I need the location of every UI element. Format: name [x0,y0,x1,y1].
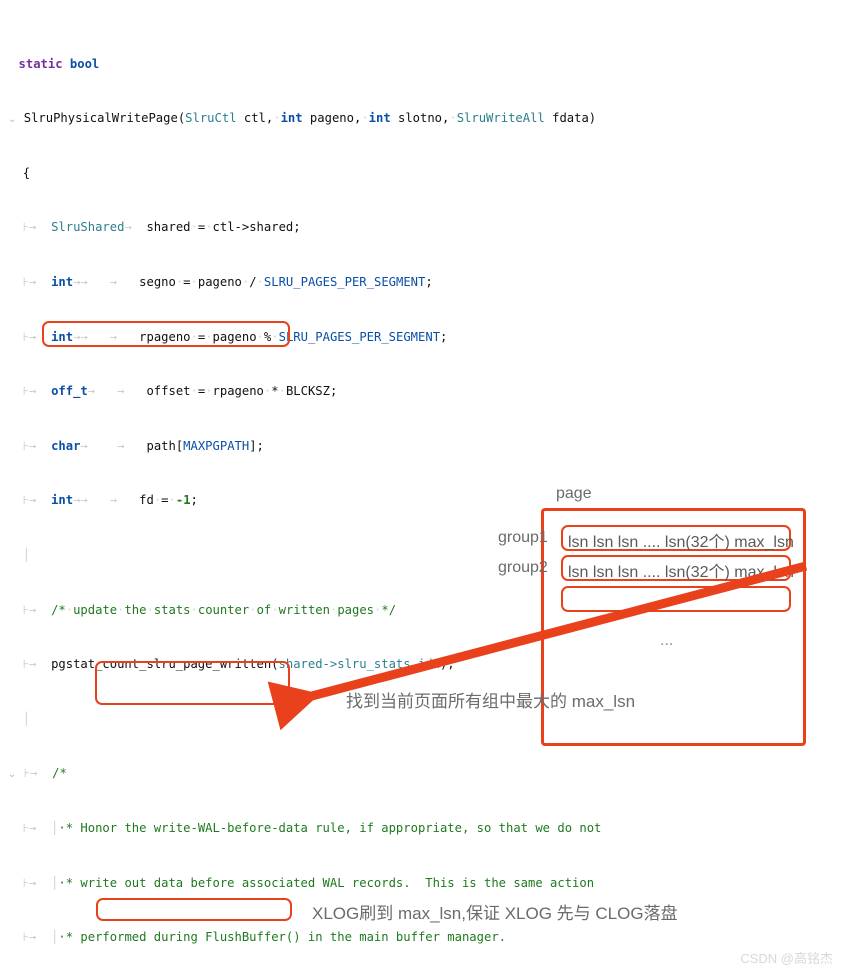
code-line[interactable]: │ [0,546,845,564]
fold-marker[interactable]: ⌄ [8,114,16,125]
fold-marker[interactable] [8,60,11,71]
code-line[interactable]: ⊦→ int→→ → rpageno·=·pageno·%·SLRU_PAGES… [0,328,845,346]
code-line[interactable]: { [0,164,845,182]
code-editor[interactable]: static bool ⌄ SlruPhysicalWritePage(Slru… [0,0,845,977]
code-line[interactable]: │ [0,710,845,728]
code-line[interactable]: ⊦→ int→→ → segno·=·pageno·/·SLRU_PAGES_P… [0,273,845,291]
code-line[interactable]: ⊦→ SlruShared→ shared·=·ctl->shared; [0,218,845,236]
code-line[interactable]: ⊦→ off_t→ → offset·=·rpageno·*·BLCKSZ; [0,382,845,400]
code-line[interactable]: ⌄ ⊦→ /* [0,764,845,782]
code-line[interactable]: ⊦→ char→ → path[MAXPGPATH]; [0,437,845,455]
code-line[interactable]: ⊦→ │·* performed during FlushBuffer() in… [0,928,845,946]
code-line[interactable]: static bool [0,55,845,73]
fold-marker[interactable]: ⌄ [8,769,16,780]
code-line[interactable]: ⊦→ │·* Honor the write-WAL-before-data r… [0,819,845,837]
code-line[interactable]: ⊦→ int→→ → fd·=·-1; [0,491,845,509]
screenshot-root: static bool ⌄ SlruPhysicalWritePage(Slru… [0,0,845,977]
code-line[interactable]: ⊦→ │·* write out data before associated … [0,874,845,892]
code-line[interactable]: ⌄ SlruPhysicalWritePage(SlruCtl ctl,·int… [0,109,845,127]
code-line[interactable]: ⊦→ pgstat_count_slru_page_written(shared… [0,655,845,673]
code-line[interactable]: ⊦→ /*·update·the·stats·counter·of·writte… [0,601,845,619]
